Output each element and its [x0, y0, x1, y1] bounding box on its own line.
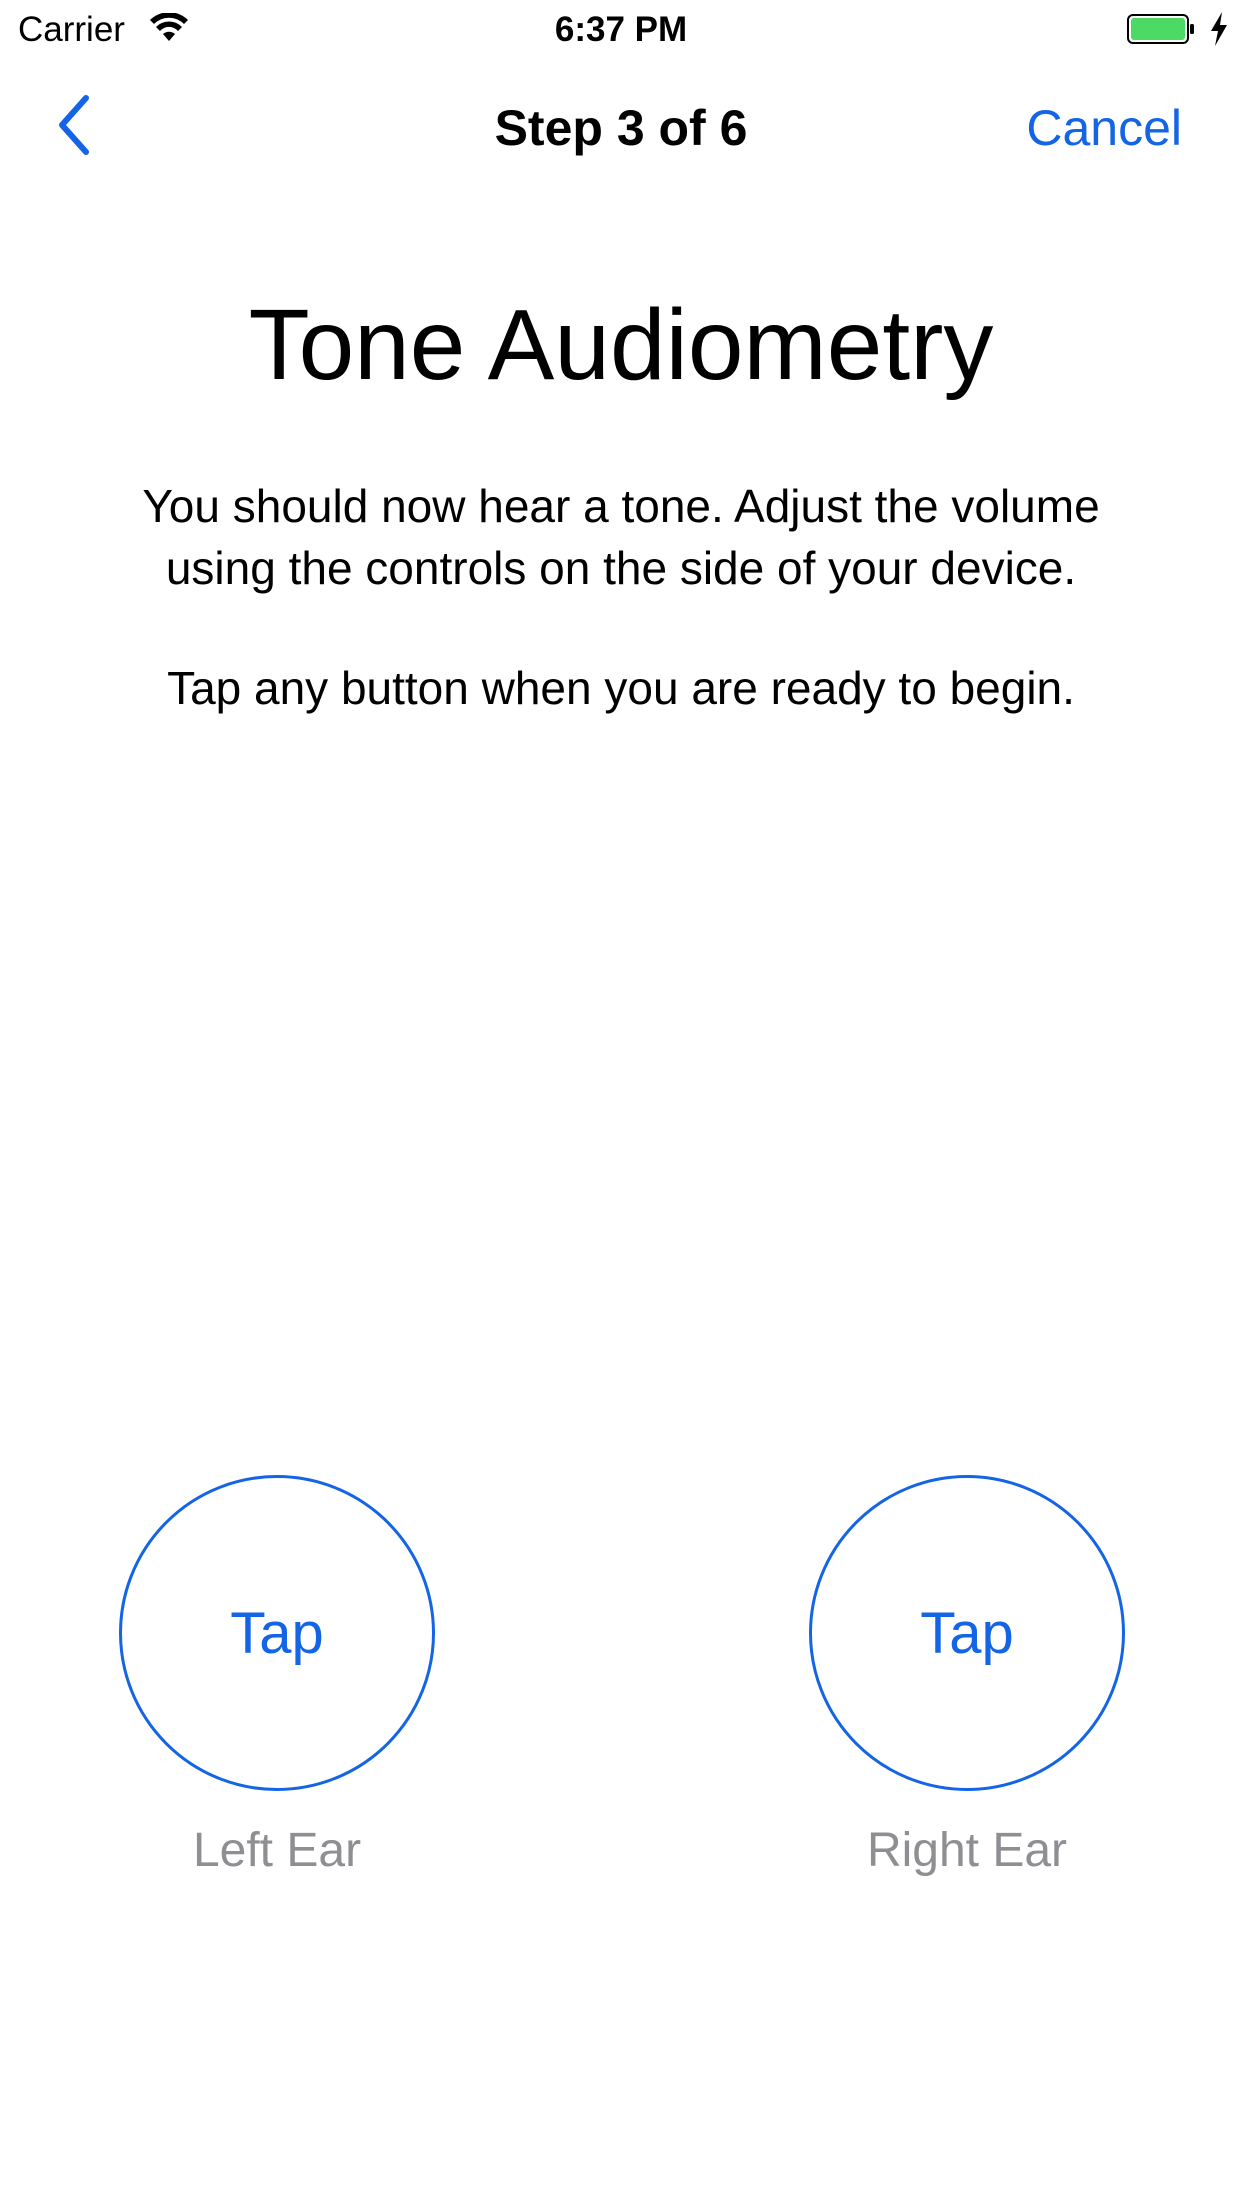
status-time: 6:37 PM: [554, 10, 688, 49]
left-ear-group: Tap Left Ear: [119, 1475, 439, 1881]
left-ear-label: Left Ear: [192, 1824, 362, 1877]
ready-prompt: Tap any button when you are ready to beg…: [167, 662, 1075, 714]
navigation-bar: Step 3 of 6 Cancel: [0, 60, 1242, 190]
right-ear-label: Right Ear: [866, 1824, 1068, 1877]
cancel-button[interactable]: Cancel: [1026, 98, 1182, 158]
instructions-line-1: You should now hear a tone. Adjust the v…: [142, 480, 1100, 532]
right-ear-group: Tap Right Ear: [809, 1475, 1129, 1881]
status-bar: Carrier 6:37 PM: [0, 0, 1242, 60]
instructions-line-2: using the controls on the side of your d…: [165, 542, 1077, 594]
right-ear-tap-button[interactable]: Tap: [809, 1475, 1125, 1791]
page-title: Tone Audiometry: [248, 289, 994, 401]
battery-icon: [1127, 14, 1194, 44]
left-ear-tap-button[interactable]: Tap: [119, 1475, 435, 1791]
charging-bolt-icon: [1211, 12, 1227, 46]
right-tap-label: Tap: [920, 1600, 1014, 1666]
instructions-text: You should now hear a tone. Adjust the v…: [60, 475, 1182, 599]
left-tap-label: Tap: [230, 1600, 324, 1666]
